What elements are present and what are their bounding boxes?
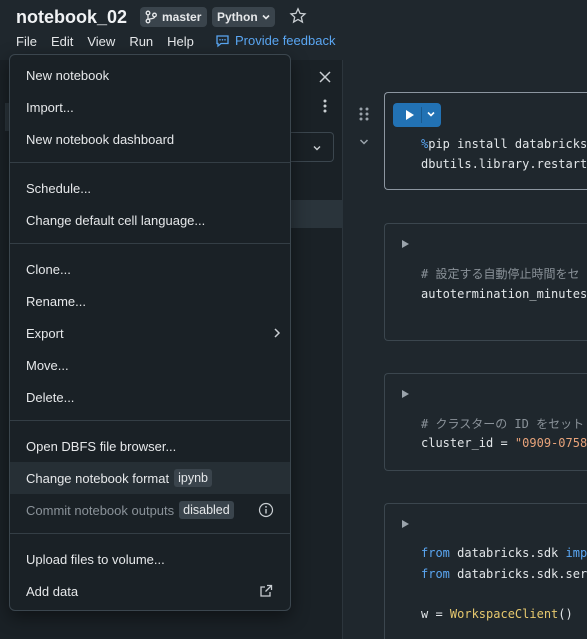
menu-item-import[interactable]: Import... [10,91,290,123]
code-comment: # 設定する自動停止時間をセ [421,267,580,281]
menu-item-delete[interactable]: Delete... [10,381,290,413]
menu-item-upload-files[interactable]: Upload files to volume... [10,543,290,575]
menu-item-label: Delete... [26,389,75,405]
panel-selected-row[interactable] [290,200,343,228]
menu-item-label: Rename... [26,293,86,309]
menu-item-label: Clone... [26,261,71,277]
run-cell-icon[interactable] [402,390,409,398]
external-link-icon [260,584,273,597]
code-comment: # クラスターの ID をセット [421,417,585,431]
code-text: databricks.sdk.serv [449,567,587,581]
menu-divider [10,162,290,163]
kebab-menu-icon[interactable] [322,98,328,114]
close-icon[interactable] [318,70,332,84]
menu-item-label: Add data [26,583,79,599]
menu-item-move[interactable]: Move... [10,349,290,381]
format-badge: ipynb [174,469,212,487]
code-text: () [558,607,573,621]
menu-item-change-format[interactable]: Change notebook format ipynb [10,462,290,494]
function-name: WorkspaceClient [449,607,559,621]
menu-file[interactable]: File [16,34,37,49]
code-line: from databricks.sdk.serv [421,567,587,581]
menu-item-label: Commit notebook outputs [26,502,175,518]
menu-item-new-notebook[interactable]: New notebook [10,59,290,91]
code-cell-2[interactable]: # 設定する自動停止時間をセ autotermination_minutes [384,223,587,341]
chevron-down-icon[interactable] [426,109,436,119]
chevron-down-icon [313,146,321,151]
menu-item-label: Export [26,325,64,341]
code-cell-4[interactable]: from databricks.sdk impo from databricks… [384,503,587,639]
drag-handle-icon[interactable] [358,106,370,122]
menu-item-label: Move... [26,357,69,373]
menu-divider [10,243,290,244]
menu-item-label: Upload files to volume... [26,551,165,567]
provide-feedback-link[interactable]: Provide feedback [215,33,335,48]
menu-help[interactable]: Help [167,34,194,49]
menu-item-label: New notebook dashboard [26,131,175,147]
menu-item-label: Change default cell language... [26,212,206,228]
feedback-chat-icon [216,35,229,48]
menu-item-export[interactable]: Export [10,317,290,349]
menu-view[interactable]: View [87,34,115,49]
run-cell-icon[interactable] [402,240,409,248]
panel-select[interactable] [290,132,334,162]
keyword: from [421,567,450,581]
menu-edit[interactable]: Edit [51,34,73,49]
code-line: cluster_id = "0909-07584 [421,436,587,450]
menu-item-label: Open DBFS file browser... [26,438,177,454]
run-button-divider [421,107,422,123]
menu-run[interactable]: Run [129,34,153,49]
keyword: impo [565,546,587,560]
menu-item-schedule[interactable]: Schedule... [10,172,290,204]
run-cell-icon[interactable] [402,520,409,528]
menu-bar: File Edit View Run Help [16,34,208,49]
code-text: cluster_id = [421,436,515,450]
menu-item-label: Change notebook format [26,470,170,486]
menu-item-label: Import... [26,99,74,115]
code-text: w = [421,607,450,621]
menu-item-clone[interactable]: Clone... [10,253,290,285]
menu-item-change-cell-language[interactable]: Change default cell language... [10,204,290,236]
code-line: autotermination_minutes [421,287,587,301]
menu-item-add-data[interactable]: Add data [10,575,290,607]
code-text: pip install databricks [428,137,587,151]
chevron-right-icon [274,328,281,338]
menu-item-rename[interactable]: Rename... [10,285,290,317]
play-icon [406,110,414,120]
code-line: from databricks.sdk impo [421,546,587,560]
run-cell-button[interactable] [393,103,441,127]
branch-selector[interactable]: master [140,7,208,27]
code-line: %pip install databricks [421,137,587,151]
code-line: w = WorkspaceClient() [421,607,573,621]
info-icon[interactable] [258,502,274,518]
menu-item-commit-outputs: Commit notebook outputs disabled [10,494,290,526]
chevron-down-icon [262,14,270,20]
menu-divider [10,420,290,421]
menu-item-new-dashboard[interactable]: New notebook dashboard [10,123,290,155]
language-selector[interactable]: Python [212,7,275,27]
code-line: dbutils.library.restart [421,157,587,171]
file-menu-dropdown: New notebook Import... New notebook dash… [9,54,291,611]
collapse-cell-icon[interactable] [358,136,370,148]
language-label: Python [217,10,258,24]
keyword: from [421,546,450,560]
menu-item-open-dbfs[interactable]: Open DBFS file browser... [10,430,290,462]
notebook-title[interactable]: notebook_02 [16,7,127,28]
code-cell-3[interactable]: # クラスターの ID をセット cluster_id = "0909-0758… [384,373,587,471]
menu-item-label: New notebook [26,67,110,83]
status-badge: disabled [179,501,234,519]
branch-label: master [162,10,202,24]
menu-divider [10,533,290,534]
favorite-star-icon[interactable] [289,7,307,25]
code-cell-1[interactable]: %pip install databricks dbutils.library.… [384,92,587,190]
git-branch-icon [145,10,157,24]
code-text: databricks.sdk [449,546,566,560]
top-bar: notebook_02 master Python File Edit View… [0,0,587,60]
feedback-label: Provide feedback [235,33,336,48]
code-string: "0909-07584 [514,436,587,450]
menu-item-label: Schedule... [26,180,92,196]
